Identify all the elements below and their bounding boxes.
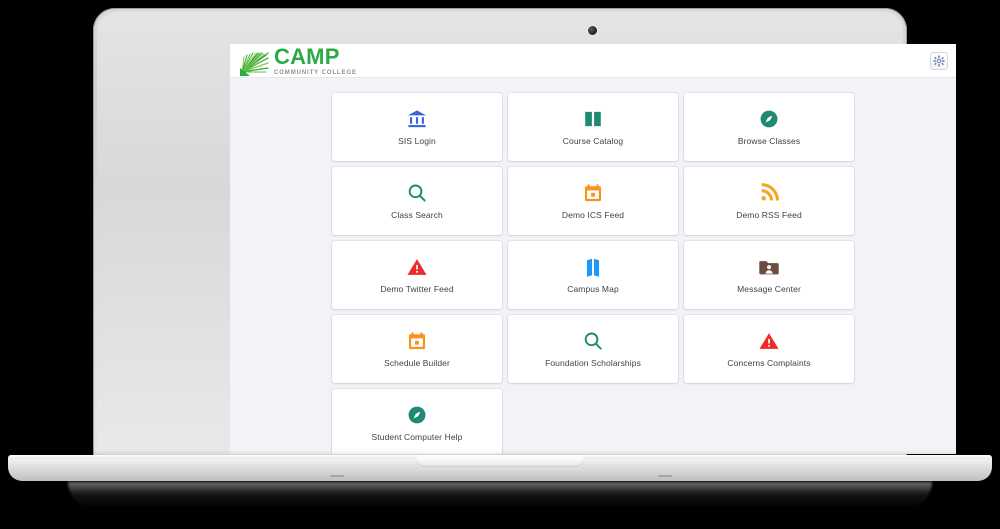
compass-icon — [758, 108, 780, 130]
bank-icon — [406, 108, 428, 130]
laptop-base-vent-right — [658, 475, 672, 477]
brand-name: CAMP — [274, 44, 340, 69]
tile-label: Demo RSS Feed — [736, 210, 802, 220]
tile-label: Course Catalog — [562, 136, 624, 146]
tile-label: Demo Twitter Feed — [380, 284, 454, 294]
webcam-icon — [588, 26, 597, 35]
tile-course-catalog[interactable]: Course Catalog — [508, 93, 678, 161]
tile-student-computer-help[interactable]: Student Computer Help — [332, 389, 502, 454]
tile-label: Campus Map — [567, 284, 619, 294]
tile-label: Message Center — [737, 284, 801, 294]
tile-campus-map[interactable]: Campus Map — [508, 241, 678, 309]
tile-label: Schedule Builder — [384, 358, 450, 368]
laptop-base — [8, 455, 992, 508]
folder-person-icon — [758, 256, 780, 278]
tile-browse-classes[interactable]: Browse Classes — [684, 93, 854, 161]
app-tile-grid: SIS Login Course Catalog Browse Classes … — [230, 78, 956, 454]
laptop-base-reflection — [68, 482, 932, 508]
page-header: CAMP COMMUNITY COLLEGE — [230, 44, 956, 78]
tile-label: Browse Classes — [737, 136, 801, 146]
tile-message-center[interactable]: Message Center — [684, 241, 854, 309]
tile-label: Demo ICS Feed — [561, 210, 625, 220]
tile-concerns-complaints[interactable]: Concerns Complaints — [684, 315, 854, 383]
portal-page: CAMP COMMUNITY COLLEGE SIS Login Course … — [230, 44, 956, 454]
tile-label: Student Computer Help — [371, 432, 463, 442]
laptop-base-notch — [416, 455, 584, 467]
laptop-screen: CAMP COMMUNITY COLLEGE SIS Login Course … — [230, 44, 956, 454]
gear-icon[interactable] — [930, 51, 948, 70]
folded-map-icon — [582, 256, 604, 278]
brand-subtitle: COMMUNITY COLLEGE — [274, 69, 357, 76]
tile-label: SIS Login — [398, 136, 436, 146]
calendar-icon — [406, 330, 428, 352]
tile-foundation-scholarships[interactable]: Foundation Scholarships — [508, 315, 678, 383]
tile-demo-ics-feed[interactable]: Demo ICS Feed — [508, 167, 678, 235]
calendar-icon — [582, 182, 604, 204]
magnifier-icon — [582, 330, 604, 352]
tile-label: Concerns Complaints — [727, 358, 811, 368]
compass-icon — [406, 404, 428, 426]
tile-demo-twitter-feed[interactable]: Demo Twitter Feed — [332, 241, 502, 309]
screenshot-stage: CAMP COMMUNITY COLLEGE SIS Login Course … — [0, 0, 1000, 529]
tile-demo-rss-feed[interactable]: Demo RSS Feed — [684, 167, 854, 235]
laptop-base-vent-left — [330, 475, 344, 477]
warning-triangle-icon — [406, 256, 428, 278]
palm-fan-icon — [240, 50, 270, 76]
tile-class-search[interactable]: Class Search — [332, 167, 502, 235]
tile-label: Class Search — [391, 210, 443, 220]
warning-triangle-icon — [758, 330, 780, 352]
laptop-lid: CAMP COMMUNITY COLLEGE SIS Login Course … — [93, 8, 956, 460]
tile-label: Foundation Scholarships — [545, 358, 641, 368]
magnifier-icon — [406, 182, 428, 204]
tile-schedule-builder[interactable]: Schedule Builder — [332, 315, 502, 383]
brand-logo[interactable]: CAMP COMMUNITY COLLEGE — [240, 44, 357, 76]
open-book-icon — [582, 108, 604, 130]
laptop-base-body — [8, 455, 992, 481]
tile-sis-login[interactable]: SIS Login — [332, 93, 502, 161]
rss-icon — [758, 182, 780, 204]
